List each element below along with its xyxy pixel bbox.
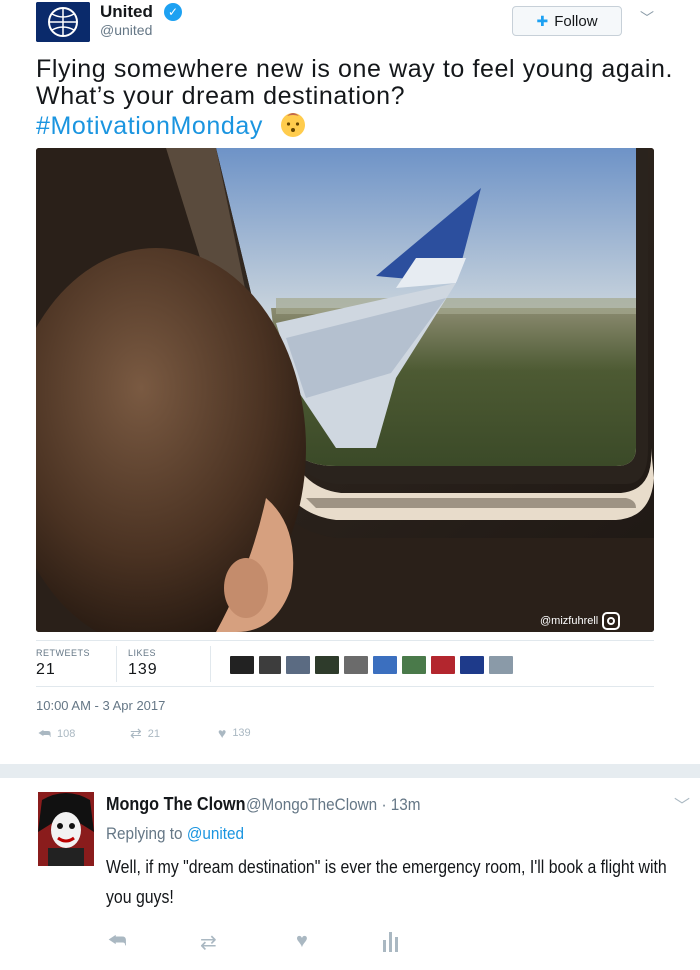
retweet-icon: ⇄	[130, 725, 142, 741]
liker-avatar[interactable]	[402, 656, 426, 674]
liker-avatar[interactable]	[431, 656, 455, 674]
watermark-text: @mizfuhrell	[540, 615, 599, 627]
more-options-chevron-icon[interactable]: ﹀	[640, 8, 654, 28]
retweet-count: 21	[147, 727, 160, 740]
liker-avatar[interactable]	[230, 656, 254, 674]
liker-avatar[interactable]	[460, 656, 484, 674]
reply-author-handle[interactable]: @MongoTheClown · 13m	[246, 795, 421, 815]
retweets-label: RETWEETS	[36, 648, 91, 658]
tweet-body: Flying somewhere new is one way to feel …	[36, 55, 674, 110]
united-globe-logo	[36, 2, 90, 42]
retweet-action[interactable]: ⇄ 21	[130, 725, 160, 742]
liker-avatar[interactable]	[489, 656, 513, 674]
united-avatar[interactable]	[36, 2, 90, 42]
reply-action[interactable]: ⮪ 108	[38, 725, 75, 742]
reply-reply-icon[interactable]: ⮪	[108, 930, 127, 953]
clown-avatar-image	[38, 792, 94, 866]
liker-avatar[interactable]	[259, 656, 281, 674]
reply-author-avatar[interactable]	[38, 792, 94, 866]
stats-divider-top	[36, 640, 654, 641]
tweet-timestamp[interactable]: 10:00 AM - 3 Apr 2017	[36, 698, 165, 713]
likers-avatars	[230, 656, 513, 674]
heart-icon: ♥	[218, 725, 227, 741]
reply-text: Well, if my "dream destination" is ever …	[106, 857, 667, 907]
retweets-count[interactable]: 21	[36, 661, 56, 679]
reply-retweet-icon[interactable]: ⇄	[200, 930, 217, 955]
reply-more-options-chevron-icon[interactable]: ﹀	[674, 792, 690, 816]
replying-to-link[interactable]: @united	[187, 824, 244, 843]
like-count: 139	[232, 727, 251, 739]
liker-avatar[interactable]	[344, 656, 368, 674]
reply-author-name[interactable]: Mongo The Clown	[106, 794, 245, 815]
section-separator	[0, 764, 700, 778]
liker-avatar[interactable]	[286, 656, 310, 674]
tweet-photo[interactable]	[36, 148, 654, 632]
tweet-text: Flying somewhere new is one way to feel …	[36, 56, 676, 140]
verified-badge-icon: ✓	[164, 3, 182, 21]
stats-separator	[116, 646, 117, 682]
reply-count: 108	[57, 727, 76, 740]
baby-face-emoji-icon	[277, 110, 309, 138]
airplane-window-photo	[36, 148, 654, 632]
stats-separator	[210, 646, 211, 682]
reply-like-heart-icon[interactable]: ♥	[296, 930, 308, 953]
instagram-icon	[602, 612, 621, 630]
liker-avatar[interactable]	[373, 656, 397, 674]
author-name[interactable]: United	[100, 2, 153, 22]
replying-to: Replying to @united	[106, 824, 244, 844]
stats-divider-bottom	[36, 686, 654, 687]
reply-analytics-icon[interactable]	[382, 930, 400, 958]
liker-avatar[interactable]	[315, 656, 339, 674]
follow-button[interactable]: ✚ Follow	[512, 6, 622, 36]
add-user-icon: ✚	[536, 12, 549, 29]
author-handle[interactable]: @united	[100, 22, 152, 38]
photo-watermark: @mizfuhrell	[540, 612, 621, 630]
reply-icon: ⮪	[38, 725, 52, 741]
like-action[interactable]: ♥ 139	[218, 725, 251, 741]
follow-button-label: Follow	[554, 12, 598, 30]
hashtag-link[interactable]: #MotivationMonday	[36, 112, 263, 140]
likes-label: LIKES	[128, 648, 157, 658]
bar-chart-icon	[383, 932, 398, 952]
replying-prefix: Replying to	[106, 824, 183, 843]
likes-count[interactable]: 139	[128, 661, 158, 679]
